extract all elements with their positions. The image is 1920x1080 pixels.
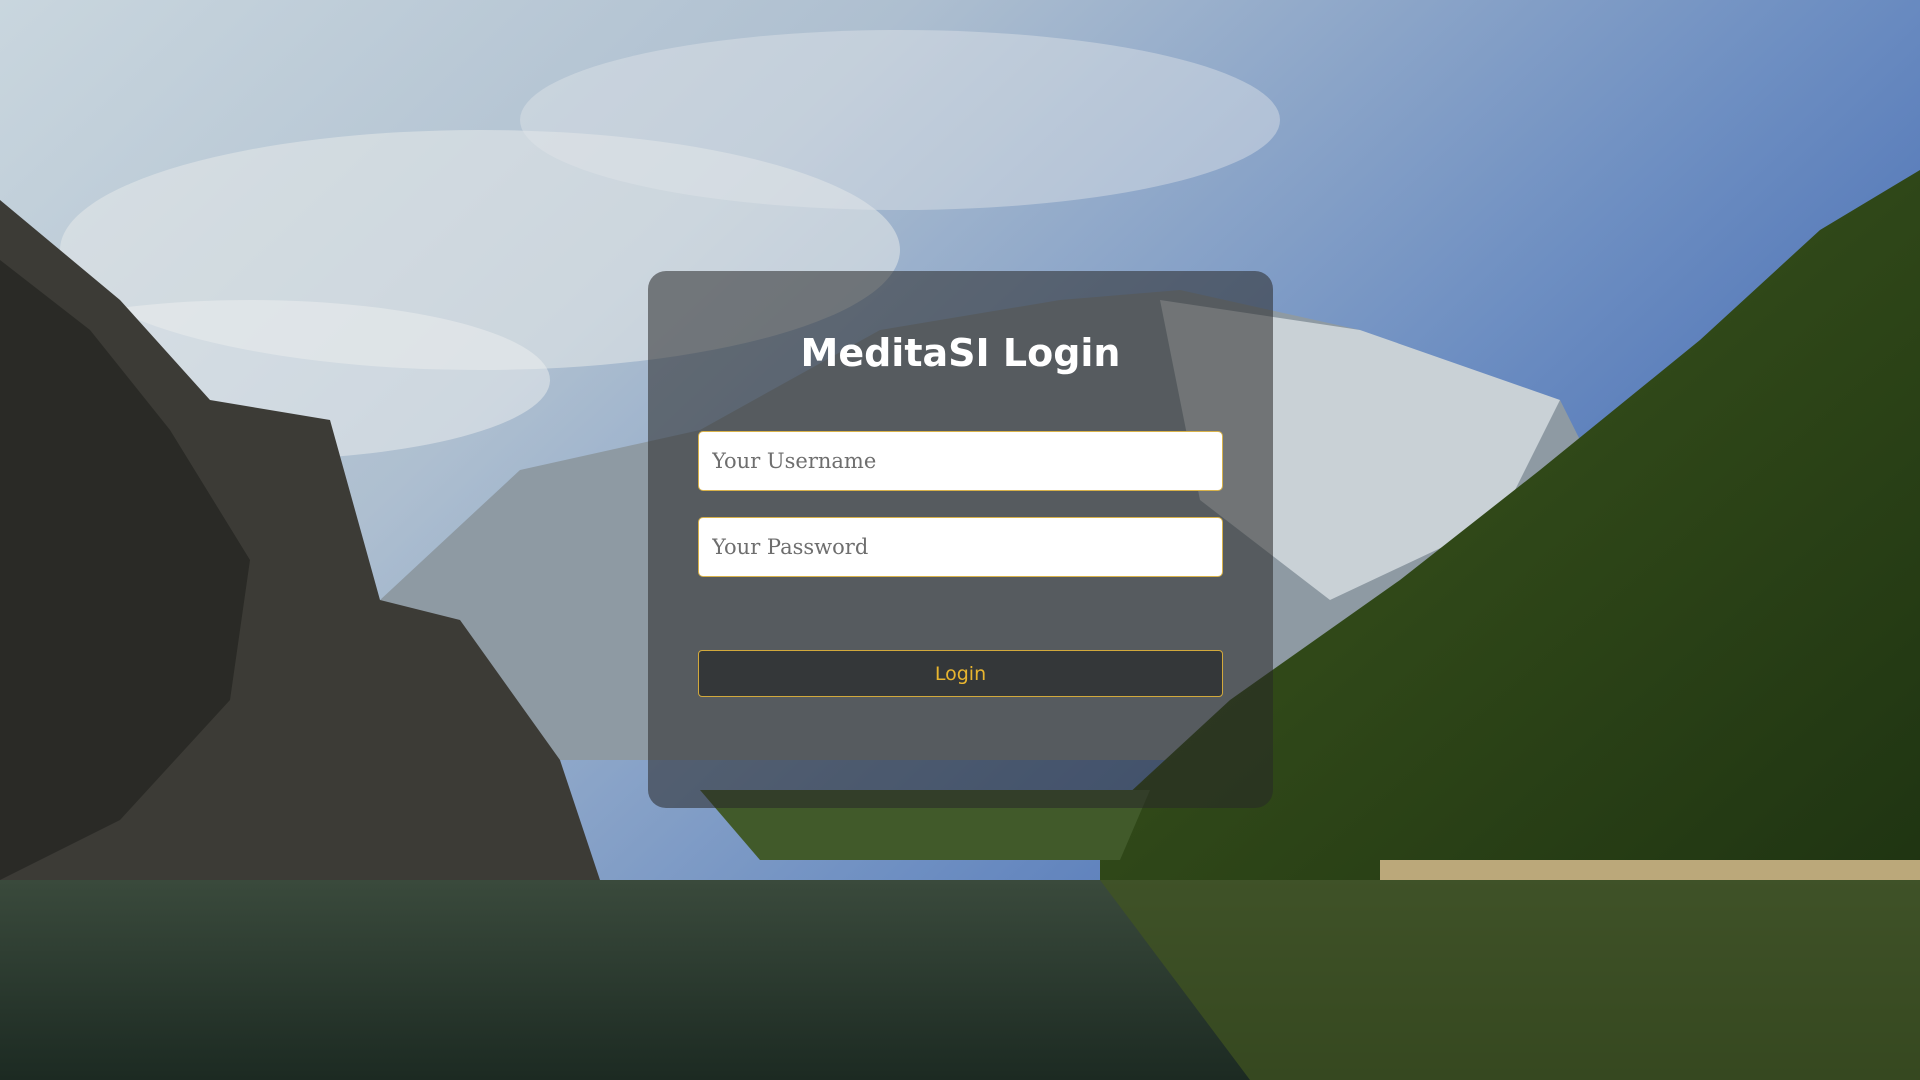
username-input[interactable] <box>698 431 1223 491</box>
password-input[interactable] <box>698 517 1223 577</box>
login-button[interactable]: Login <box>698 650 1223 697</box>
login-card: MeditaSI Login Login <box>648 271 1273 808</box>
login-title: MeditaSI Login <box>800 331 1121 375</box>
